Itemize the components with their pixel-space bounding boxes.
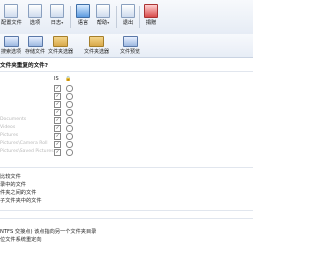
symlink-option[interactable]: NTFS 交接点) 该点指向另一个文件夹目录 bbox=[0, 228, 96, 235]
toolbar-button-options[interactable]: 选项 bbox=[28, 4, 42, 26]
log-icon bbox=[50, 4, 64, 18]
divider bbox=[0, 210, 253, 211]
options-icon bbox=[28, 4, 42, 18]
protect-radio[interactable] bbox=[66, 93, 73, 100]
toolbar-label: 语言 bbox=[77, 20, 89, 26]
compare-option[interactable]: 录中的文件 bbox=[0, 181, 26, 188]
toolbar-divider bbox=[139, 6, 140, 28]
include-checkbox[interactable]: ✓ bbox=[54, 133, 61, 140]
protect-radio[interactable] bbox=[66, 125, 73, 132]
folder-path: Pictures\Saved Pictures bbox=[0, 149, 54, 154]
toolbar-button-exit[interactable]: 退出 bbox=[121, 4, 135, 26]
folder-row[interactable]: Documents ✓ bbox=[0, 117, 90, 124]
toolbar-button-donate[interactable]: 捐赠 bbox=[144, 4, 158, 26]
folder-row[interactable]: Videos ✓ bbox=[0, 125, 90, 132]
compare-option[interactable]: 件夹之间的文件 bbox=[0, 189, 36, 196]
protect-radio[interactable] bbox=[66, 101, 73, 108]
folder-row[interactable]: Pictures ✓ bbox=[0, 133, 90, 140]
toolbar-label: 文件夹选器 bbox=[48, 49, 74, 55]
include-checkbox[interactable]: ✓ bbox=[54, 93, 61, 100]
include-checkbox[interactable]: ✓ bbox=[54, 101, 61, 108]
toolbar-label: 帮助▾ bbox=[96, 20, 110, 26]
toolbar-label: 捐赠 bbox=[145, 20, 157, 26]
chevron-down-icon: ▾ bbox=[107, 20, 110, 25]
toolbar-label: 退出 bbox=[122, 20, 134, 26]
folder-path: Documents bbox=[0, 117, 27, 122]
folder-row[interactable]: Pictures\Saved Pictures ✓ bbox=[0, 149, 90, 156]
secondary-toolbar: 搜索选项 存储文件 文件夹选器 文件夹选器 文件预览 bbox=[0, 34, 253, 58]
protect-radio[interactable] bbox=[66, 85, 73, 92]
compare-option[interactable]: 子文件夹中的文件 bbox=[0, 197, 42, 204]
folder-selector-button-2[interactable]: 文件夹选器 bbox=[84, 36, 109, 55]
toolbar-button-language[interactable]: 语言 bbox=[76, 4, 90, 26]
redirect-option[interactable]: 位文件系统重定向 bbox=[0, 236, 42, 243]
chevron-down-icon: ▾ bbox=[61, 20, 64, 25]
folder-row[interactable]: ✓ bbox=[0, 85, 90, 92]
donate-icon bbox=[144, 4, 158, 18]
folder-selector-icon bbox=[53, 36, 68, 47]
divider bbox=[0, 167, 253, 168]
include-checkbox[interactable]: ✓ bbox=[54, 117, 61, 124]
toolbar-label: 配置文件 bbox=[1, 20, 22, 26]
column-header-is: IS bbox=[54, 76, 59, 82]
folder-path: Videos bbox=[0, 125, 16, 130]
toolbar-button-log[interactable]: 日志▾ bbox=[50, 4, 64, 26]
toolbar-label: 日志▾ bbox=[50, 20, 64, 26]
toolbar-label: 搜索选项 bbox=[1, 49, 22, 55]
include-checkbox[interactable]: ✓ bbox=[54, 109, 61, 116]
file-preview-button[interactable]: 文件预览 bbox=[120, 36, 140, 55]
language-icon bbox=[76, 4, 90, 18]
save-file-icon bbox=[27, 36, 43, 47]
toolbar-label: 选项 bbox=[29, 20, 41, 26]
include-checkbox[interactable]: ✓ bbox=[54, 141, 61, 148]
exit-icon bbox=[121, 4, 135, 18]
folder-path: Pictures bbox=[0, 133, 19, 138]
protect-radio[interactable] bbox=[66, 133, 73, 140]
main-toolbar: 配置文件 选项 日志▾ 语言 帮助▾ 退出 捐赠 bbox=[0, 0, 253, 35]
profile-icon bbox=[4, 4, 19, 18]
folder-row[interactable]: ✓ bbox=[0, 109, 90, 116]
file-preview-icon bbox=[122, 36, 138, 47]
protect-radio[interactable] bbox=[66, 117, 73, 124]
divider bbox=[0, 71, 253, 72]
folder-row[interactable]: ✓ bbox=[0, 93, 90, 100]
toolbar-divider bbox=[116, 6, 117, 28]
search-options-icon bbox=[3, 36, 19, 47]
protect-radio[interactable] bbox=[66, 141, 73, 148]
protect-radio[interactable] bbox=[66, 109, 73, 116]
lock-icon: 🔒 bbox=[65, 76, 72, 82]
include-checkbox[interactable]: ✓ bbox=[54, 149, 61, 156]
toolbar-label: 文件夹选器 bbox=[84, 49, 110, 55]
compare-option[interactable]: 比较文件 bbox=[0, 173, 21, 180]
help-icon bbox=[96, 4, 110, 18]
folder-selector-button-1[interactable]: 文件夹选器 bbox=[48, 36, 73, 55]
toolbar-button-profile[interactable]: 配置文件 bbox=[1, 4, 22, 26]
toolbar-button-help[interactable]: 帮助▾ bbox=[96, 4, 110, 26]
section-heading: 文件夹重复的文件? bbox=[0, 63, 48, 69]
toolbar-label: 存储文件 bbox=[25, 49, 46, 55]
folder-row[interactable]: ✓ bbox=[0, 101, 90, 108]
toolbar-divider bbox=[70, 6, 71, 28]
folder-row[interactable]: Pictures\Camera Roll ✓ bbox=[0, 141, 90, 148]
include-checkbox[interactable]: ✓ bbox=[54, 125, 61, 132]
save-file-button[interactable]: 存储文件 bbox=[25, 36, 45, 55]
search-options-button[interactable]: 搜索选项 bbox=[1, 36, 21, 55]
folder-path: Pictures\Camera Roll bbox=[0, 141, 48, 146]
protect-radio[interactable] bbox=[66, 149, 73, 156]
include-checkbox[interactable]: ✓ bbox=[54, 85, 61, 92]
toolbar-label: 文件预览 bbox=[120, 49, 141, 55]
folder-selector-icon bbox=[89, 36, 104, 47]
divider bbox=[0, 218, 253, 219]
